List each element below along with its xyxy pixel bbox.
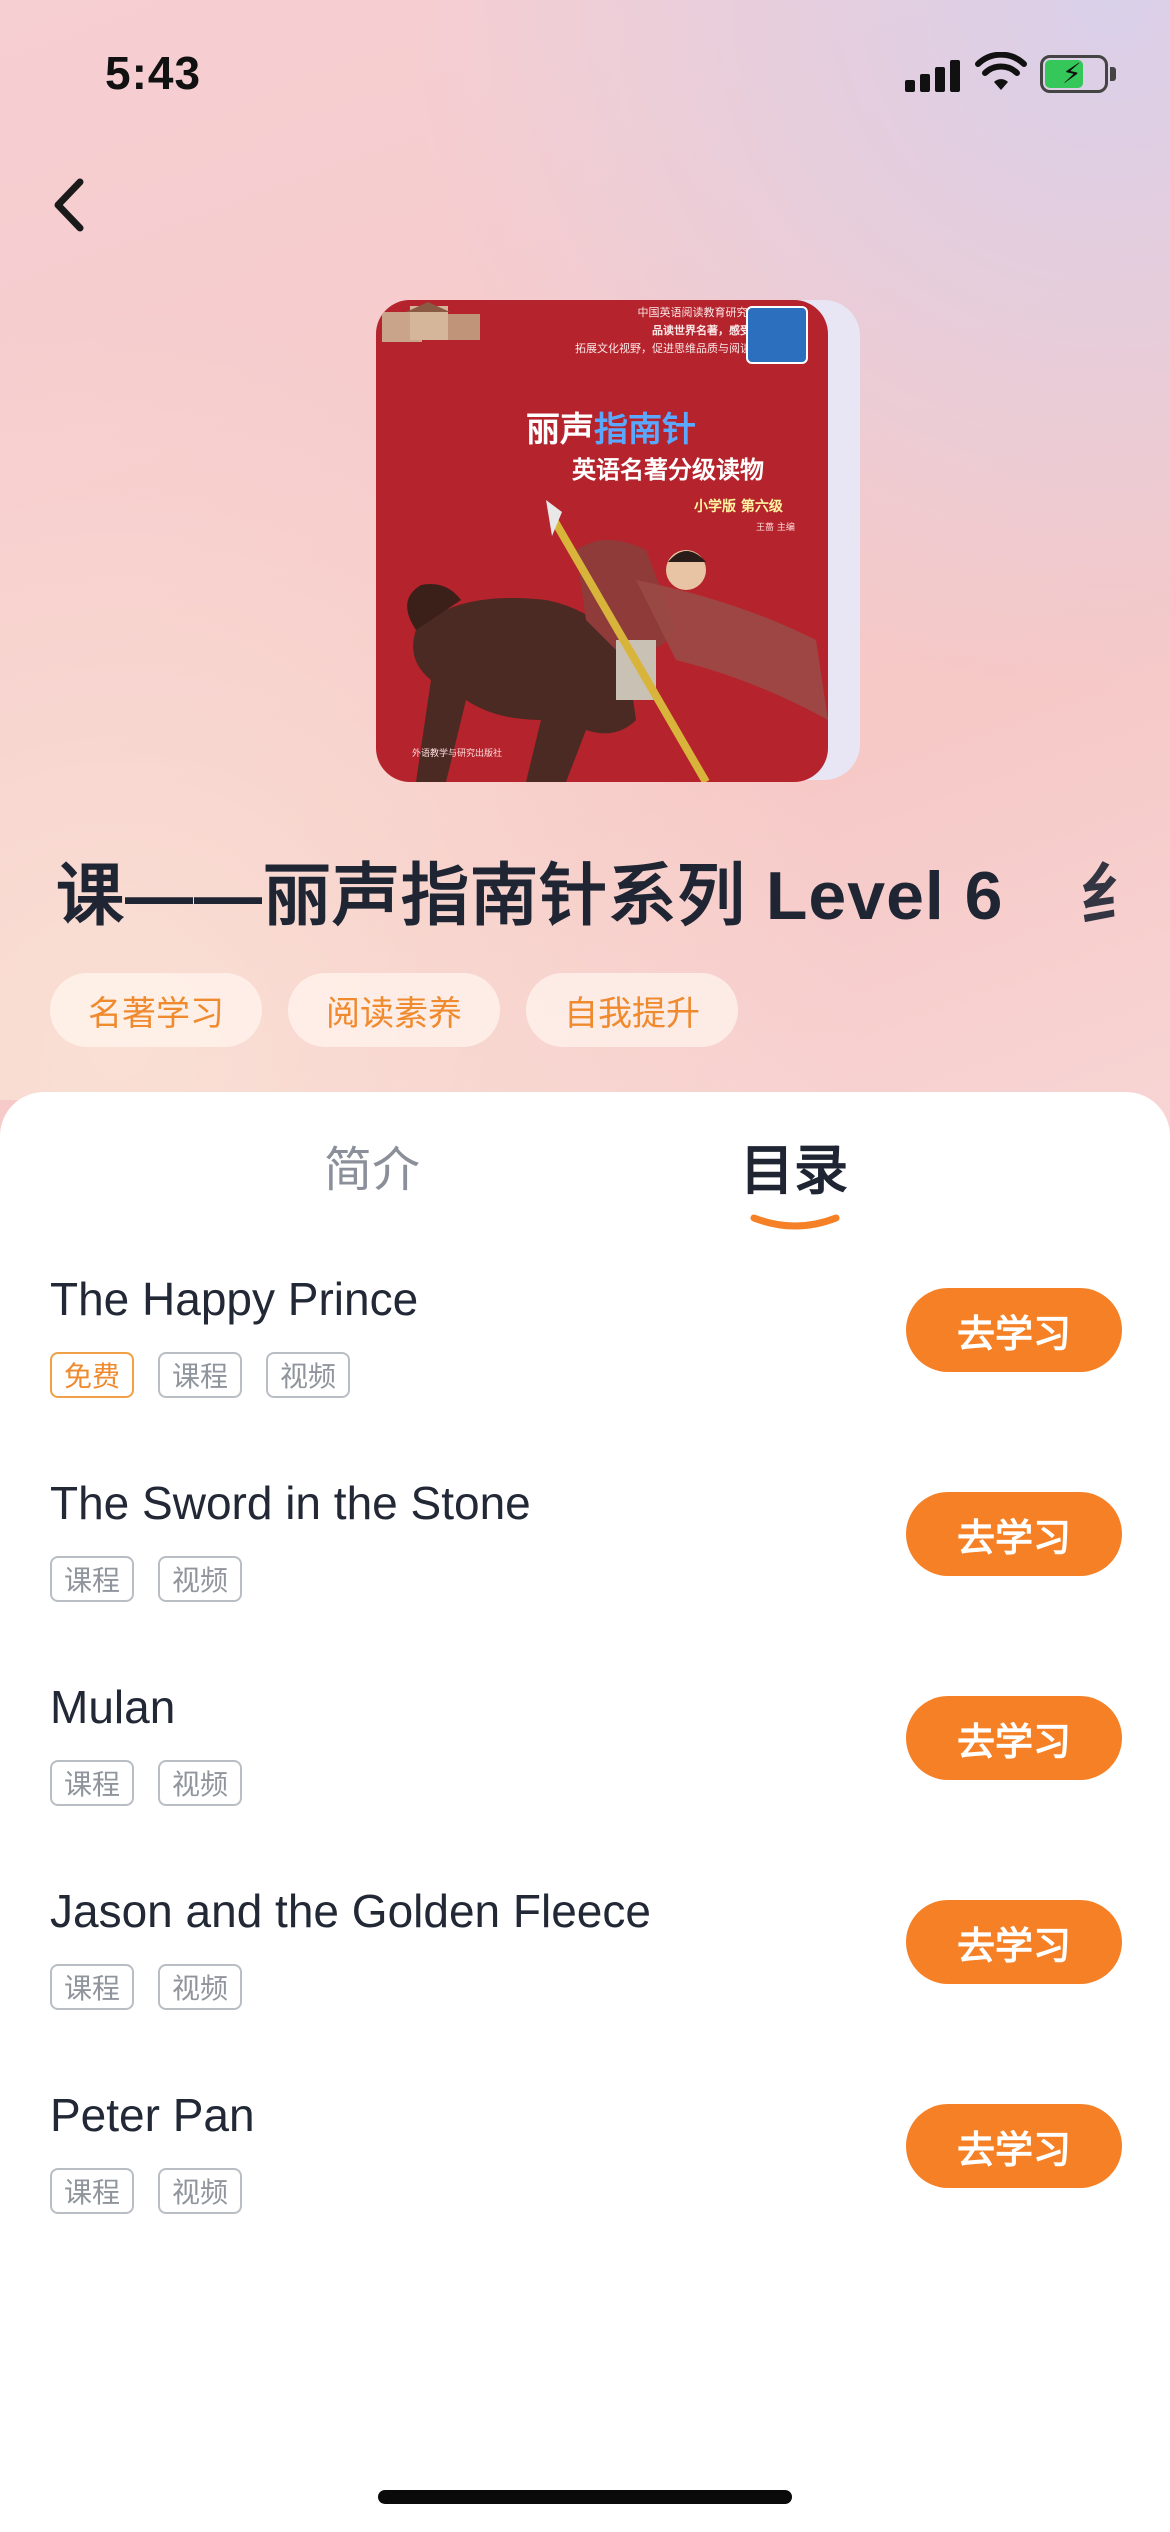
lesson-tags: 课程 视频 <box>50 1556 243 1602</box>
tab-active-indicator <box>750 1214 840 1230</box>
go-study-button[interactable]: 去学习 <box>906 1900 1122 1984</box>
tab-intro[interactable]: 简介 <box>324 1130 420 1200</box>
lesson-title: Jason and the Golden Fleece <box>50 1885 651 1937</box>
wifi-icon <box>975 52 1027 90</box>
lesson-row[interactable]: Mulan 课程 视频 去学习 <box>0 1680 1170 1850</box>
cover-title-accent: 指南针 <box>594 410 696 450</box>
go-study-button[interactable]: 去学习 <box>906 2104 1122 2188</box>
cover-title-main: 丽声 <box>526 410 594 450</box>
cover-publisher: 外语教学与研究出版社 <box>412 749 503 759</box>
go-study-button[interactable]: 去学习 <box>906 1288 1122 1372</box>
lesson-row[interactable]: The Sword in the Stone 课程 视频 去学习 <box>0 1476 1170 1646</box>
lesson-row[interactable]: The Happy Prince 免费 课程 视频 去学习 <box>0 1272 1170 1442</box>
category-chips: 名著学习 阅读素养 自我提升 <box>50 973 738 1047</box>
status-time: 5:43 <box>105 47 202 99</box>
lesson-title: Peter Pan <box>50 2089 255 2141</box>
go-study-button[interactable]: 去学习 <box>906 1696 1122 1780</box>
home-indicator[interactable] <box>378 2490 792 2504</box>
tag-video: 视频 <box>158 2168 243 2214</box>
tag-course: 课程 <box>50 2168 135 2214</box>
go-study-button[interactable]: 去学习 <box>906 1492 1122 1576</box>
tag-video: 视频 <box>158 1760 243 1806</box>
course-title-marquee: 课——丽声指南针系列 Level 6 纟 <box>0 840 1170 930</box>
lesson-tags: 课程 视频 <box>50 1760 243 1806</box>
lesson-title: The Sword in the Stone <box>50 1477 531 1529</box>
course-title: 课——丽声指南针系列 Level 6 <box>56 858 1004 930</box>
tag-course: 课程 <box>158 1352 243 1398</box>
cover-title: 丽声指南针 <box>526 402 696 451</box>
book-cover: 中国英语阅读教育研究院 推荐用书 品读世界名著，感受永恒的经典 拓展文化视野，促… <box>376 300 828 782</box>
cover-illustration <box>382 302 828 782</box>
tab-catalog[interactable]: 目录 <box>740 1126 848 1205</box>
lesson-row[interactable]: Jason and the Golden Fleece 课程 视频 去学习 <box>0 1884 1170 2054</box>
chip-classics: 名著学习 <box>50 973 262 1047</box>
battery-charging-icon: ⚡ <box>1040 55 1116 93</box>
cover-subtitle: 英语名著分级读物 <box>572 456 764 484</box>
chip-reading-literacy: 阅读素养 <box>288 973 500 1047</box>
tag-course: 课程 <box>50 1964 135 2010</box>
cover-grade: 小学版 第六级 <box>694 499 783 515</box>
lesson-tags: 课程 视频 <box>50 2168 243 2214</box>
tag-course: 课程 <box>50 1556 135 1602</box>
lesson-title: Mulan <box>50 1681 176 1733</box>
cellular-signal-icon <box>905 58 961 92</box>
tag-video: 视频 <box>266 1352 351 1398</box>
qr-code-icon <box>746 306 808 364</box>
tag-video: 视频 <box>158 1964 243 2010</box>
tag-video: 视频 <box>158 1556 243 1602</box>
tag-free: 免费 <box>50 1352 135 1398</box>
lesson-tags: 课程 视频 <box>50 1964 243 2010</box>
cover-editor: 王蔷 主编 <box>756 523 795 533</box>
course-title-tail: 纟 <box>1080 858 1149 930</box>
status-bar: 5:43 ⚡ <box>0 0 1170 140</box>
tag-course: 课程 <box>50 1760 135 1806</box>
lesson-row[interactable]: Peter Pan 课程 视频 去学习 <box>0 2088 1170 2258</box>
lesson-title: The Happy Prince <box>50 1273 419 1325</box>
lesson-tags: 免费 课程 视频 <box>50 1352 351 1398</box>
chip-self-improvement: 自我提升 <box>526 973 738 1047</box>
back-button[interactable] <box>40 170 100 240</box>
